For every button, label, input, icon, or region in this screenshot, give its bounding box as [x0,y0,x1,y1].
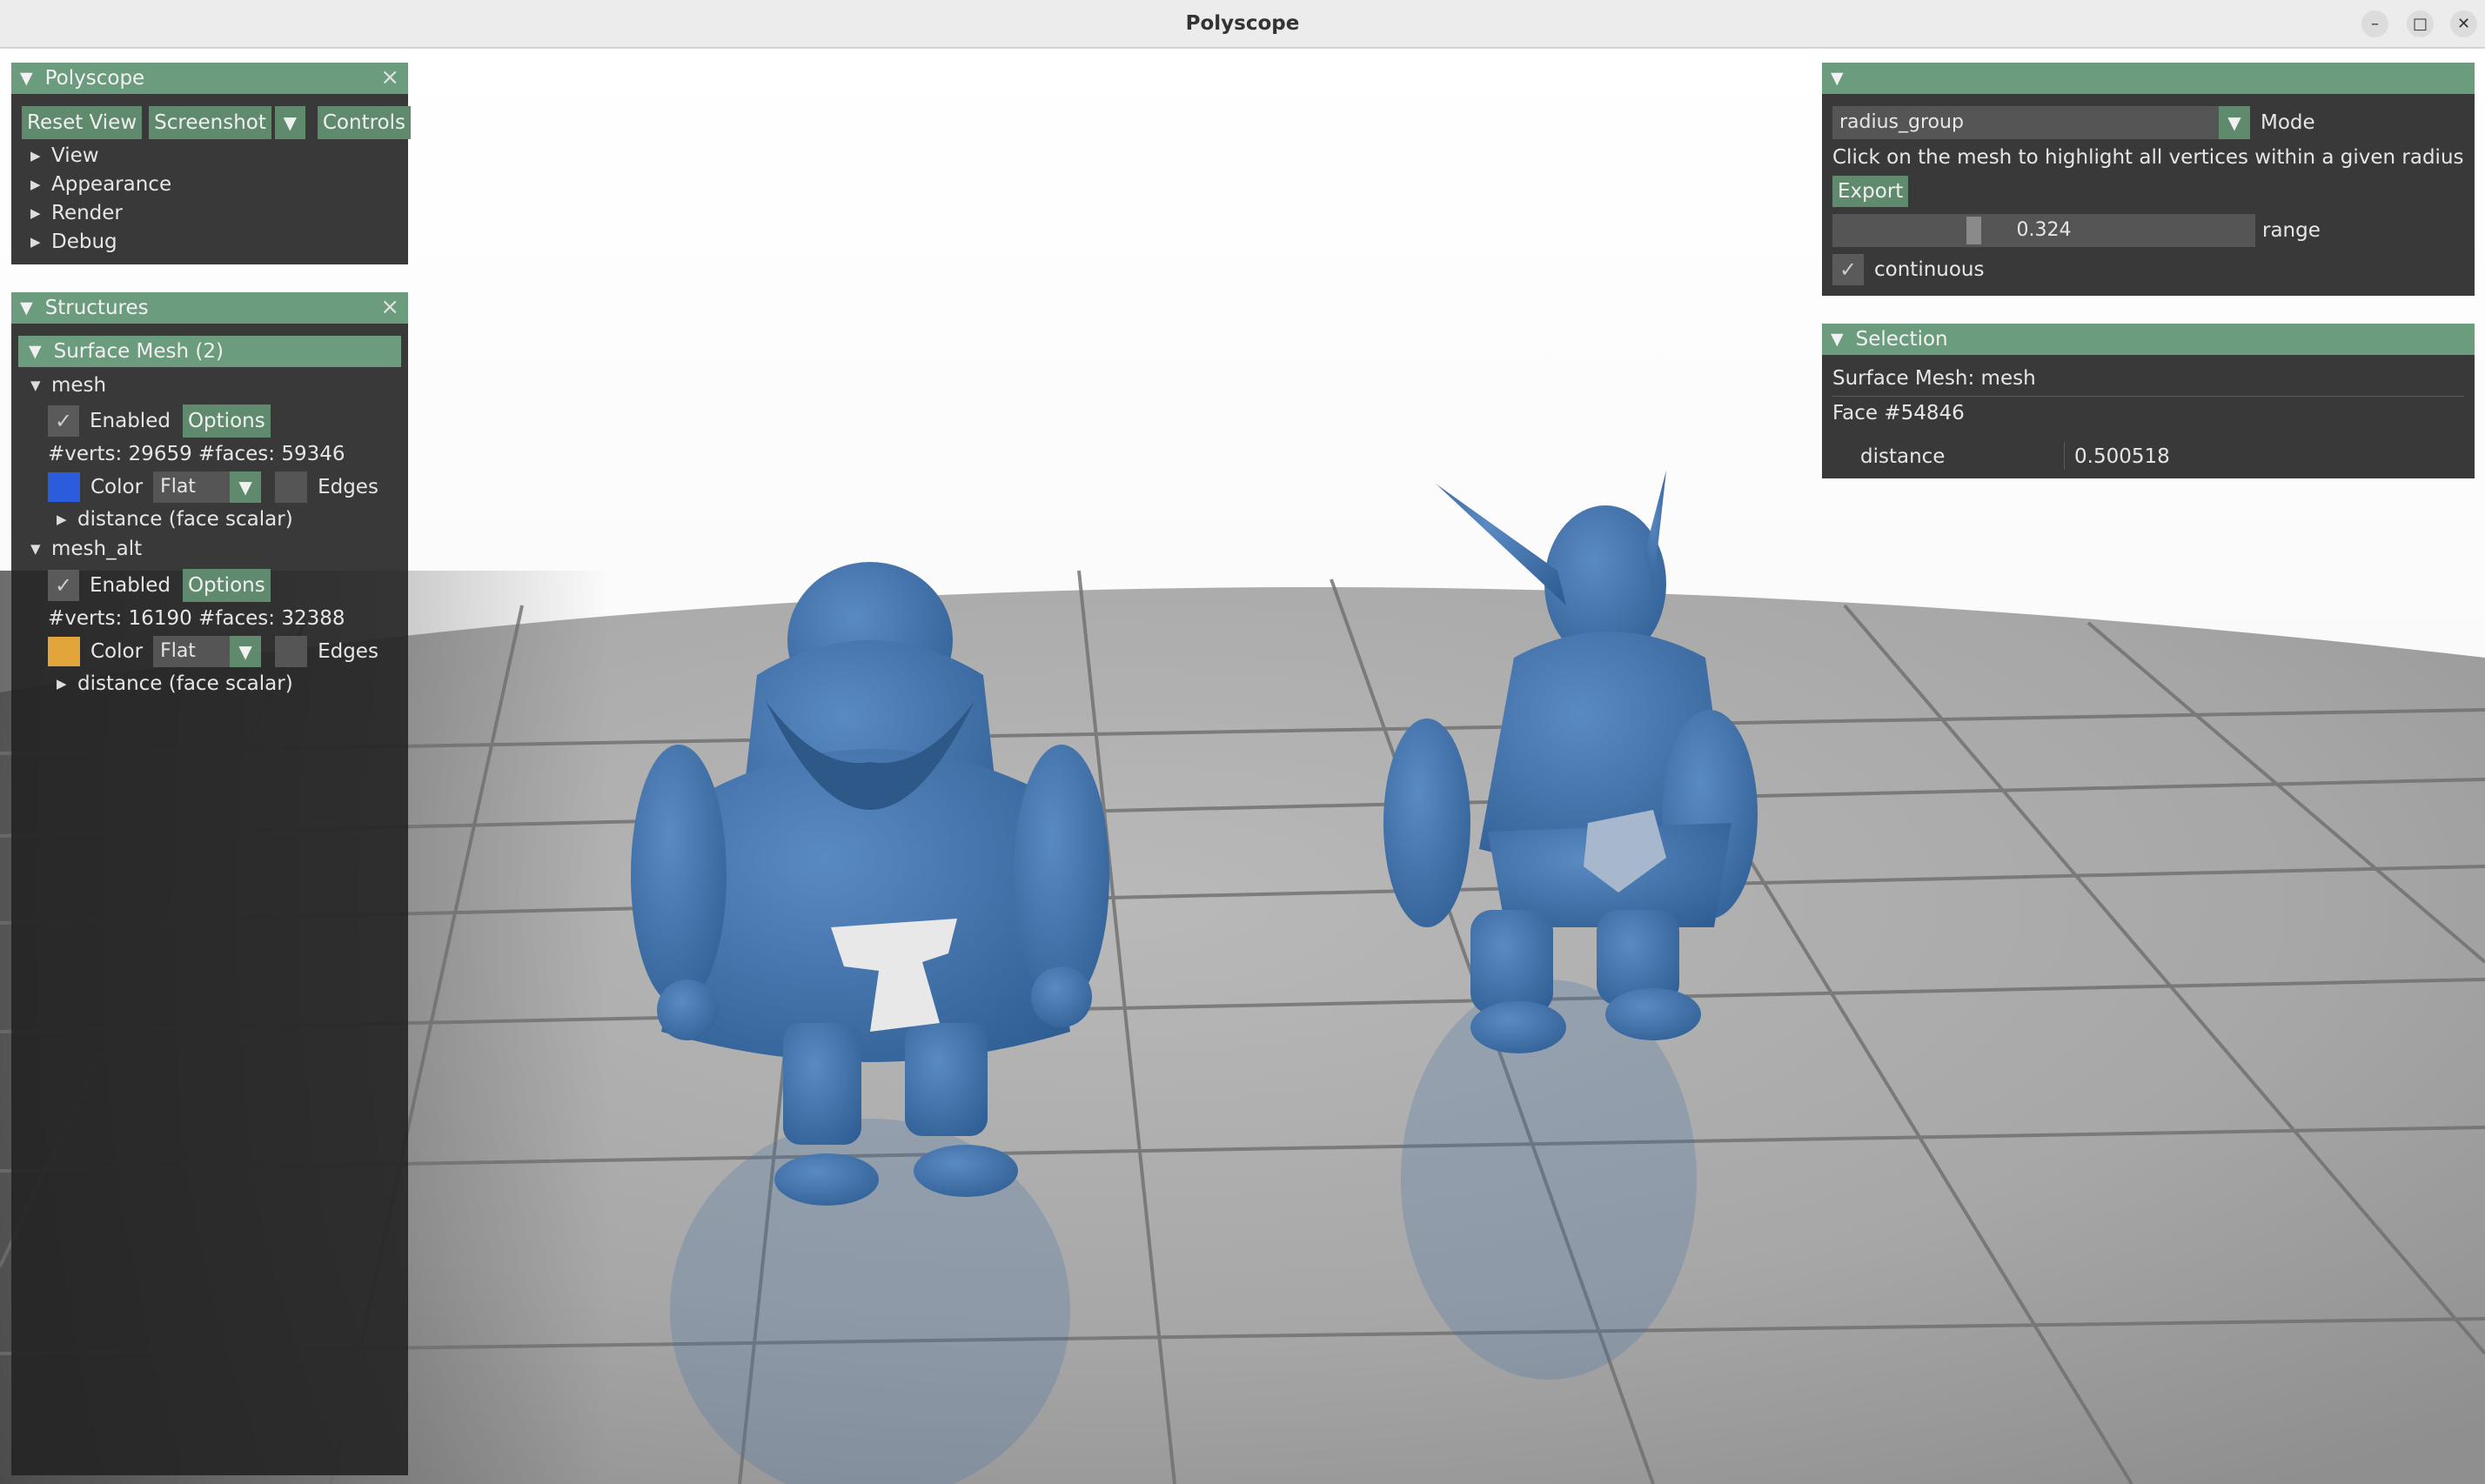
expand-triangle-icon: ▶ [30,177,41,192]
menu-view[interactable]: ▶ View [30,144,99,167]
polyscope-panel-title: Polyscope [44,67,145,90]
selection-structure: Surface Mesh: mesh [1832,367,2036,390]
shade-dropdown[interactable]: Flat ▼ [153,636,262,667]
window-titlebar: Polyscope – □ ✕ [0,0,2485,48]
range-slider[interactable]: 0.324 [1832,214,2255,247]
collapse-triangle-icon[interactable]: ▼ [1831,69,1844,88]
menu-render-label: Render [51,202,123,224]
chevron-down-icon: ▼ [230,636,262,667]
color-swatch[interactable] [48,637,80,666]
quantity-label: distance (face scalar) [77,508,293,531]
quantity-label: distance (face scalar) [77,672,293,695]
screenshot-options-chevron-down-icon[interactable]: ▼ [274,106,305,139]
mode-value: radius_group [1839,111,1964,133]
options-button[interactable]: Options [182,404,271,438]
menu-debug-label: Debug [51,231,117,253]
collapse-triangle-icon: ▼ [30,378,41,393]
screenshot-button[interactable]: Screenshot [149,106,271,139]
collapse-triangle-icon[interactable]: ▼ [20,298,33,318]
surface-mesh-group-header[interactable]: ▼ Surface Mesh (2) [18,336,401,367]
enabled-label: Enabled [90,410,171,432]
selection-panel-title: Selection [1855,328,1948,351]
edges-label: Edges [318,476,378,498]
close-icon[interactable]: × [380,294,399,320]
expand-triangle-icon: ▶ [30,148,41,164]
chevron-down-icon: ▼ [2219,106,2250,139]
mesh-alt-name: mesh_alt [51,538,143,560]
menu-view-label: View [51,144,99,167]
close-icon[interactable]: × [380,64,399,90]
menu-debug[interactable]: ▶ Debug [30,231,117,253]
surface-mesh-group-label: Surface Mesh (2) [53,340,224,363]
polyscope-panel-header[interactable]: ▼ Polyscope × [11,63,408,94]
minimize-button[interactable]: – [2361,10,2388,37]
mode-dropdown[interactable]: radius_group ▼ [1832,106,2250,139]
mode-label: Mode [2261,111,2315,134]
menu-appearance-label: Appearance [51,173,172,196]
enabled-label: Enabled [90,574,171,597]
enabled-checkbox[interactable]: ✓ [48,570,79,601]
edges-checkbox[interactable] [275,471,308,503]
mesh-stats: #verts: 29659 #faces: 59346 [48,443,345,465]
field-name: distance [1860,445,1946,468]
collapse-triangle-icon[interactable]: ▼ [20,69,33,88]
mesh-tree-node[interactable]: ▼ mesh [30,374,106,397]
quantity-tree-node[interactable]: ▶ distance (face scalar) [57,672,293,695]
selection-face: Face #54846 [1832,402,1965,424]
hint-text: Click on the mesh to highlight all verti… [1832,146,2468,169]
window-title: Polyscope [1185,12,1300,35]
expand-triangle-icon: ▶ [30,234,41,250]
polyscope-panel: ▼ Polyscope × Reset View Screenshot ▼ Co… [11,63,411,264]
chevron-down-icon: ▼ [230,471,262,503]
export-button[interactable]: Export [1832,176,1909,207]
mesh-alt-stats: #verts: 16190 #faces: 32388 [48,607,345,630]
expand-triangle-icon: ▶ [30,205,41,221]
structures-panel-title: Structures [44,297,149,319]
continuous-checkbox[interactable]: ✓ [1832,254,1864,285]
reset-view-button[interactable]: Reset View [22,106,143,139]
divider [2064,442,2065,470]
expand-triangle-icon: ▶ [57,511,67,527]
enabled-checkbox[interactable]: ✓ [48,405,79,437]
shade-value: Flat [160,476,196,498]
range-label: range [2262,219,2321,242]
menu-appearance[interactable]: ▶ Appearance [30,173,171,196]
divider [1832,396,2464,397]
color-label: Color [90,476,144,498]
collapse-triangle-icon[interactable]: ▼ [1831,330,1844,349]
selection-panel-header[interactable]: ▼ Selection [1822,324,2475,355]
menu-render[interactable]: ▶ Render [30,202,123,224]
tool-panel: ▼ radius_group ▼ Mode Click on the mesh … [1822,63,2475,296]
continuous-label: continuous [1874,258,1985,281]
structures-panel-header[interactable]: ▼ Structures × [11,292,408,324]
expand-triangle-icon: ▶ [57,676,67,692]
mesh-alt-tree-node[interactable]: ▼ mesh_alt [30,538,142,560]
controls-button[interactable]: Controls [317,106,411,139]
maximize-button[interactable]: □ [2407,10,2434,37]
selection-panel: ▼ Selection Surface Mesh: mesh Face #548… [1822,324,2475,478]
mesh-name: mesh [51,374,107,397]
collapse-triangle-icon: ▼ [30,541,41,557]
close-window-button[interactable]: ✕ [2450,10,2477,37]
range-value: 0.324 [2016,219,2072,241]
shade-dropdown[interactable]: Flat ▼ [153,471,262,503]
collapse-triangle-icon: ▼ [29,342,42,361]
structures-panel: ▼ Structures × ▼ Surface Mesh (2) ▼ mesh… [11,292,408,1475]
color-swatch[interactable] [48,472,80,502]
color-label: Color [90,640,144,663]
field-value: 0.500518 [2074,445,2170,468]
edges-checkbox[interactable] [275,636,308,667]
tool-panel-header[interactable]: ▼ [1822,63,2475,94]
quantity-tree-node[interactable]: ▶ distance (face scalar) [57,508,293,531]
shade-value: Flat [160,640,196,662]
options-button[interactable]: Options [182,569,271,602]
edges-label: Edges [318,640,378,663]
